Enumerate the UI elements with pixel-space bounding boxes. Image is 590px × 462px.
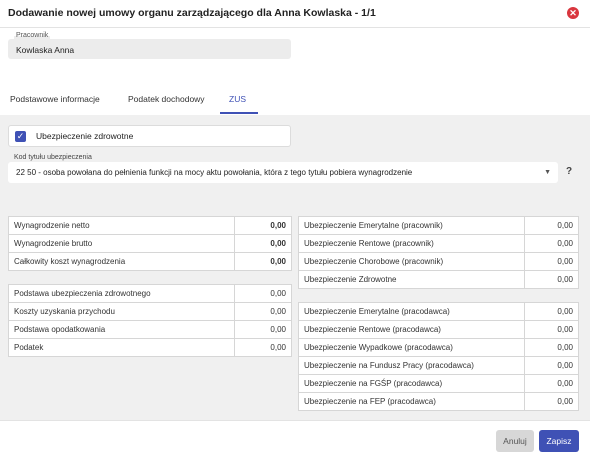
table-row: Podatek 0,00 — [9, 339, 291, 357]
row-value: 0,00 — [270, 289, 286, 298]
row-value: 0,00 — [270, 221, 286, 230]
row-value: 0,00 — [270, 325, 286, 334]
table-row: Ubezpieczenie na FEP (pracodawca) 0,00 — [299, 393, 578, 411]
row-label: Ubezpieczenie Wypadkowe (pracodawca) — [304, 343, 453, 352]
employee-contributions-panel: Ubezpieczenie Emerytalne (pracownik) 0,0… — [298, 216, 579, 289]
salary-summary-panel: Wynagrodzenie netto 0,00 Wynagrodzenie b… — [8, 216, 292, 271]
table-row: Ubezpieczenie na FGŚP (pracodawca) 0,00 — [299, 375, 578, 393]
dialog-title: Dodawanie nowej umowy organu zarządzając… — [8, 7, 376, 19]
cell-divider — [524, 271, 525, 289]
table-row: Koszty uzyskania przychodu 0,00 — [9, 303, 291, 321]
table-row: Podstawa opodatkowania 0,00 — [9, 321, 291, 339]
cell-divider — [234, 339, 235, 357]
row-label: Ubezpieczenie Rentowe (pracownik) — [304, 239, 434, 248]
row-label: Ubezpieczenie na Fundusz Pracy (pracodaw… — [304, 361, 474, 370]
row-label: Ubezpieczenie Emerytalne (pracodawca) — [304, 307, 450, 316]
insurance-code-value: 22 50 - osoba powołana do pełnienia funk… — [16, 168, 413, 177]
cell-divider — [234, 235, 235, 252]
cell-divider — [234, 303, 235, 320]
table-row: Ubezpieczenie Zdrowotne 0,00 — [299, 271, 578, 289]
table-row: Ubezpieczenie na Fundusz Pracy (pracodaw… — [299, 357, 578, 375]
cancel-button[interactable]: Anuluj — [496, 430, 534, 452]
row-label: Podstawa ubezpieczenia zdrowotnego — [14, 289, 151, 298]
cell-divider — [524, 393, 525, 411]
employee-field: Pracownik Kowlaska Anna — [8, 32, 291, 59]
row-value: 0,00 — [557, 379, 573, 388]
row-label: Ubezpieczenie Zdrowotne — [304, 275, 397, 284]
dropdown-arrow-icon[interactable]: ▼ — [544, 169, 551, 176]
row-value: 0,00 — [557, 239, 573, 248]
cell-divider — [234, 253, 235, 271]
row-value: 0,00 — [557, 325, 573, 334]
row-value: 0,00 — [557, 343, 573, 352]
row-label: Ubezpieczenie na FEP (pracodawca) — [304, 397, 436, 406]
row-value: 0,00 — [557, 307, 573, 316]
row-value: 0,00 — [270, 239, 286, 248]
row-label: Całkowity koszt wynagrodzenia — [14, 257, 126, 266]
cell-divider — [524, 321, 525, 338]
tab-basic-info[interactable]: Podstawowe informacje — [10, 94, 100, 104]
tab-zus[interactable]: ZUS — [229, 94, 246, 104]
row-value: 0,00 — [557, 257, 573, 266]
save-button[interactable]: Zapisz — [539, 430, 579, 452]
employee-field-value: Kowlaska Anna — [16, 45, 75, 55]
row-value: 0,00 — [557, 221, 573, 230]
row-label: Ubezpieczenie na FGŚP (pracodawca) — [304, 379, 443, 388]
close-icon[interactable]: ✕ — [567, 7, 579, 19]
table-row: Ubezpieczenie Wypadkowe (pracodawca) 0,0… — [299, 339, 578, 357]
row-label: Wynagrodzenie netto — [14, 221, 90, 230]
employee-field-label: Pracownik — [14, 32, 51, 39]
row-value: 0,00 — [270, 257, 286, 266]
row-label: Ubezpieczenie Rentowe (pracodawca) — [304, 325, 441, 334]
row-label: Wynagrodzenie brutto — [14, 239, 93, 248]
tab-income-tax[interactable]: Podatek dochodowy — [128, 94, 205, 104]
health-insurance-label: Ubezpieczenie zdrowotne — [36, 131, 134, 141]
row-value: 0,00 — [557, 361, 573, 370]
cell-divider — [524, 339, 525, 356]
cell-divider — [524, 375, 525, 392]
health-insurance-checkbox-row[interactable]: ✓ Ubezpieczenie zdrowotne — [8, 125, 291, 147]
table-row: Całkowity koszt wynagrodzenia 0,00 — [9, 253, 291, 271]
table-row: Wynagrodzenie brutto 0,00 — [9, 235, 291, 253]
active-tab-indicator — [220, 112, 258, 114]
row-value: 0,00 — [557, 397, 573, 406]
help-icon[interactable]: ? — [563, 166, 575, 180]
table-row: Wynagrodzenie netto 0,00 — [9, 217, 291, 235]
cell-divider — [524, 253, 525, 270]
cell-divider — [234, 321, 235, 338]
insurance-code-label: Kod tytułu ubezpieczenia — [14, 154, 92, 161]
row-label: Ubezpieczenie Chorobowe (pracownik) — [304, 257, 444, 266]
table-row: Ubezpieczenie Emerytalne (pracownik) 0,0… — [299, 217, 578, 235]
row-value: 0,00 — [557, 275, 573, 284]
cell-divider — [524, 357, 525, 374]
dialog-footer: Anuluj Zapisz — [0, 420, 590, 462]
tax-base-panel: Podstawa ubezpieczenia zdrowotnego 0,00 … — [8, 284, 292, 357]
employer-contributions-panel: Ubezpieczenie Emerytalne (pracodawca) 0,… — [298, 302, 579, 411]
row-label: Podstawa opodatkowania — [14, 325, 106, 334]
table-row: Podstawa ubezpieczenia zdrowotnego 0,00 — [9, 285, 291, 303]
cell-divider — [524, 235, 525, 252]
row-value: 0,00 — [270, 307, 286, 316]
tab-bar: Podstawowe informacje Podatek dochodowy … — [0, 90, 590, 115]
table-row: Ubezpieczenie Rentowe (pracodawca) 0,00 — [299, 321, 578, 339]
insurance-code-select[interactable]: Kod tytułu ubezpieczenia 22 50 - osoba p… — [8, 154, 558, 183]
table-row: Ubezpieczenie Emerytalne (pracodawca) 0,… — [299, 303, 578, 321]
cell-divider — [524, 217, 525, 234]
checkbox-checked-icon[interactable]: ✓ — [15, 131, 26, 142]
table-row: Ubezpieczenie Rentowe (pracownik) 0,00 — [299, 235, 578, 253]
table-row: Ubezpieczenie Chorobowe (pracownik) 0,00 — [299, 253, 578, 271]
row-label: Ubezpieczenie Emerytalne (pracownik) — [304, 221, 443, 230]
dialog-header: Dodawanie nowej umowy organu zarządzając… — [0, 0, 590, 28]
cell-divider — [234, 217, 235, 234]
cell-divider — [524, 303, 525, 320]
row-value: 0,00 — [270, 343, 286, 352]
row-label: Podatek — [14, 343, 44, 352]
row-label: Koszty uzyskania przychodu — [14, 307, 115, 316]
cell-divider — [234, 285, 235, 302]
